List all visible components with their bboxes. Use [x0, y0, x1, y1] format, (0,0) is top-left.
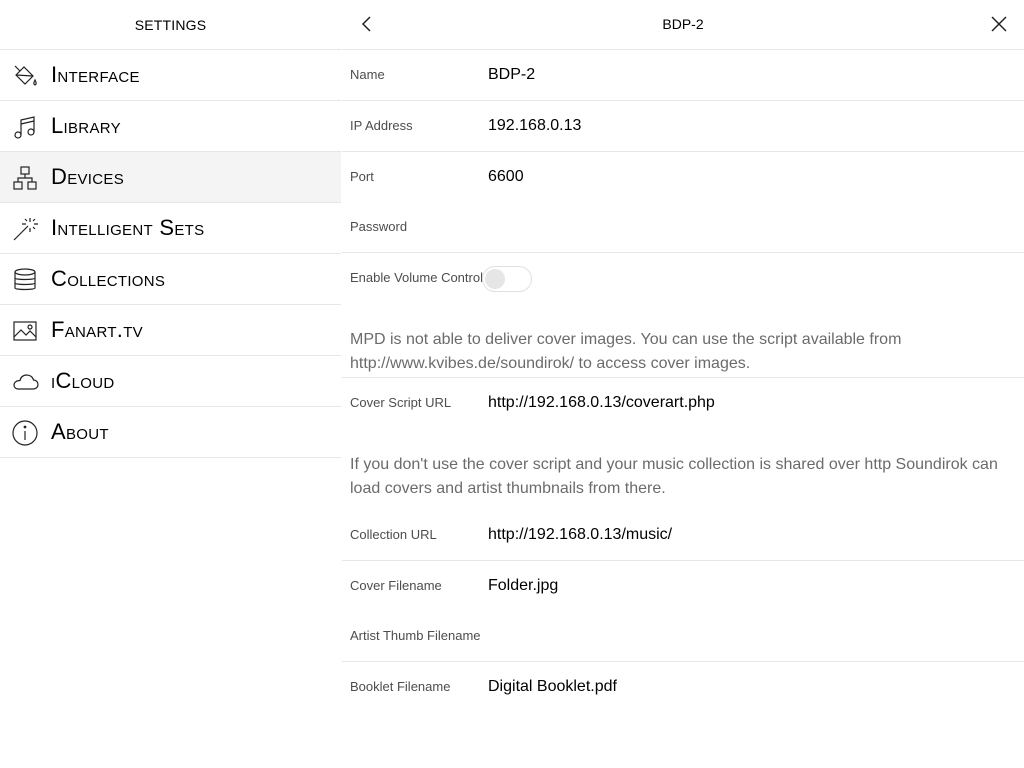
ip-address-row: IP Address 192.168.0.13	[342, 101, 1024, 152]
detail-header: BDP-2	[342, 0, 1024, 50]
sidebar-item-library[interactable]: Library	[0, 101, 341, 152]
cover-info-section: MPD is not able to deliver cover images.…	[342, 303, 1024, 378]
sidebar-item-label: About	[51, 419, 109, 444]
volume-control-row: Enable Volume Control	[342, 253, 1024, 303]
artist-thumb-label: Artist Thumb Filename	[350, 628, 481, 643]
name-field[interactable]: BDP-2	[488, 50, 535, 100]
collection-url-label: Collection URL	[350, 527, 437, 542]
name-row: Name BDP-2	[342, 50, 1024, 101]
sidebar-item-about[interactable]: About	[0, 407, 341, 458]
sidebar-item-fanart[interactable]: Fanart.tv	[0, 305, 341, 356]
sidebar-item-interface[interactable]: Interface	[0, 50, 341, 101]
collection-info-note: If you don't use the cover script and yo…	[350, 456, 998, 497]
cover-filename-field[interactable]: Folder.jpg	[488, 561, 558, 611]
artist-thumb-row: Artist Thumb Filename	[342, 611, 1024, 662]
device-detail-panel: BDP-2 Name BDP-2 IP Address 192.168.0.13…	[342, 0, 1024, 768]
sidebar-item-label: Library	[51, 113, 121, 138]
password-row: Password	[342, 202, 1024, 253]
sidebar-item-label: iCloud	[51, 368, 115, 393]
name-label: Name	[350, 67, 385, 82]
sidebar-item-label: Devices	[51, 164, 125, 189]
port-field[interactable]: 6600	[488, 152, 524, 202]
cover-script-row: Cover Script URL http://192.168.0.13/cov…	[342, 378, 1024, 428]
cloud-icon	[11, 368, 39, 396]
sidebar-item-label: Interface	[51, 62, 140, 87]
paint-bucket-icon	[11, 62, 39, 90]
ip-address-label: IP Address	[350, 118, 413, 133]
port-label: Port	[350, 169, 374, 184]
cover-script-field[interactable]: http://192.168.0.13/coverart.php	[488, 378, 715, 428]
sidebar-item-label: Collections	[51, 266, 166, 291]
magic-wand-icon	[11, 215, 39, 243]
sidebar-title: SETTINGS	[0, 0, 341, 50]
collection-info-section: If you don't use the cover script and yo…	[342, 428, 1024, 510]
volume-control-toggle[interactable]	[482, 266, 532, 292]
music-note-icon	[11, 113, 39, 141]
collection-url-field[interactable]: http://192.168.0.13/music/	[488, 510, 672, 560]
devices-network-icon	[11, 164, 39, 192]
page-title: BDP-2	[662, 16, 704, 32]
close-icon[interactable]	[988, 13, 1010, 35]
booklet-filename-field[interactable]: Digital Booklet.pdf	[488, 662, 617, 712]
volume-control-label: Enable Volume Control	[350, 270, 483, 285]
sidebar-item-label: Intelligent Sets	[51, 215, 205, 240]
password-label: Password	[350, 219, 408, 234]
port-row: Port 6600	[342, 152, 1024, 202]
sidebar-item-intelligent-sets[interactable]: Intelligent Sets	[0, 203, 341, 254]
cover-info-note: MPD is not able to deliver cover images.…	[350, 331, 902, 372]
ip-address-field[interactable]: 192.168.0.13	[488, 101, 581, 151]
info-icon	[11, 419, 39, 447]
sidebar-item-devices[interactable]: Devices	[0, 152, 341, 203]
cover-filename-row: Cover Filename Folder.jpg	[342, 561, 1024, 611]
booklet-filename-row: Booklet Filename Digital Booklet.pdf	[342, 662, 1024, 712]
image-icon	[11, 317, 39, 345]
toggle-knob	[485, 269, 505, 289]
cover-script-label: Cover Script URL	[350, 395, 452, 410]
database-icon	[11, 266, 39, 294]
collection-url-row: Collection URL http://192.168.0.13/music…	[342, 510, 1024, 561]
sidebar-item-label: Fanart.tv	[51, 317, 143, 342]
cover-filename-label: Cover Filename	[350, 578, 442, 593]
settings-sidebar: SETTINGS Interface Library Devices Intel…	[0, 0, 341, 768]
sidebar-item-collections[interactable]: Collections	[0, 254, 341, 305]
sidebar-item-icloud[interactable]: iCloud	[0, 356, 341, 407]
booklet-filename-label: Booklet Filename	[350, 679, 451, 694]
